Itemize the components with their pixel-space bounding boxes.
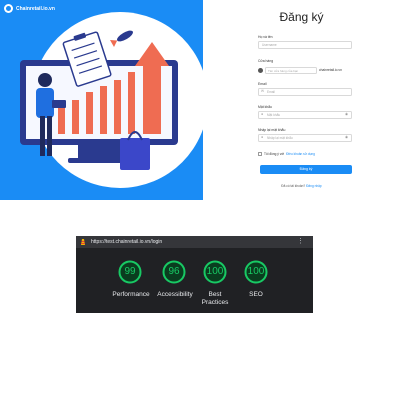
score-label-accessibility: Accessibility [157, 291, 193, 298]
brand-name: Chainretail.io.vn [16, 5, 55, 12]
eye-icon[interactable]: ◉ [345, 135, 348, 139]
confirm-password-label: Nhập lại mật khẩu [258, 128, 286, 132]
store-input[interactable]: Tên cửa hàng của bạn [265, 66, 317, 74]
confirm-password-input[interactable]: Nhập lại mật khẩu [258, 134, 352, 142]
lock-icon: ● [261, 135, 264, 139]
terms-text: Tôi đồng ý với [264, 152, 285, 156]
more-menu-icon[interactable]: ⋮ [297, 238, 304, 245]
email-label: Email [258, 82, 267, 86]
login-prompt: Đã có tài khoản? [281, 184, 306, 188]
login-link[interactable]: Đăng nhập [306, 184, 322, 188]
terms-link[interactable]: Điều khoản sử dụng [286, 152, 315, 156]
brand[interactable]: Chainretail.io.vn [4, 4, 55, 13]
store-domain-suffix: chainretail.io.vn [319, 68, 342, 72]
fullname-label: Họ và tên [258, 35, 273, 39]
hero-panel: Chainretail.io.vn [0, 0, 203, 200]
terms-checkbox[interactable] [258, 152, 262, 156]
password-label: Mật khẩu [258, 105, 272, 109]
lighthouse-panel: https://test.chainretail.io.vn/login ⋮ 9… [76, 236, 313, 313]
score-value: 100 [206, 266, 224, 277]
eye-icon[interactable]: ◉ [345, 112, 348, 116]
score-value: 100 [247, 266, 265, 277]
register-form: Đăng ký Họ và tên Username Cửa hàng Tên … [203, 0, 400, 200]
score-label-performance: Performance [112, 291, 150, 298]
score-label-seo: SEO [249, 291, 263, 298]
score-label-best-practices: Best Practices [201, 291, 229, 306]
lighthouse-logo-icon [81, 239, 85, 245]
brand-logo-icon [4, 4, 13, 13]
login-prompt-row: Đã có tài khoản? Đăng nhập [203, 184, 400, 188]
lighthouse-url-bar: https://test.chainretail.io.vn/login ⋮ [76, 236, 313, 248]
fullname-input[interactable]: Username [258, 41, 352, 49]
mail-icon: ✉ [261, 89, 264, 93]
password-input[interactable]: Mật khẩu [258, 111, 352, 119]
store-row: Tên cửa hàng của bạn chainretail.io.vn [258, 66, 342, 74]
store-label: Cửa hàng [258, 59, 274, 63]
form-title: Đăng ký [279, 10, 324, 24]
registration-screenshot: Chainretail.io.vn Đăng ký Họ và tên User… [0, 0, 400, 200]
email-input[interactable]: Email [258, 88, 352, 96]
register-button[interactable]: Đăng ký [260, 165, 352, 174]
audited-url[interactable]: https://test.chainretail.io.vn/login [91, 239, 162, 245]
store-icon [258, 67, 263, 73]
score-value: 99 [124, 266, 136, 277]
lock-icon: ● [261, 112, 264, 116]
hero-illustration [20, 12, 203, 188]
score-value: 96 [168, 266, 180, 277]
terms-row: Tôi đồng ý với Điều khoản sử dụng [258, 152, 315, 156]
